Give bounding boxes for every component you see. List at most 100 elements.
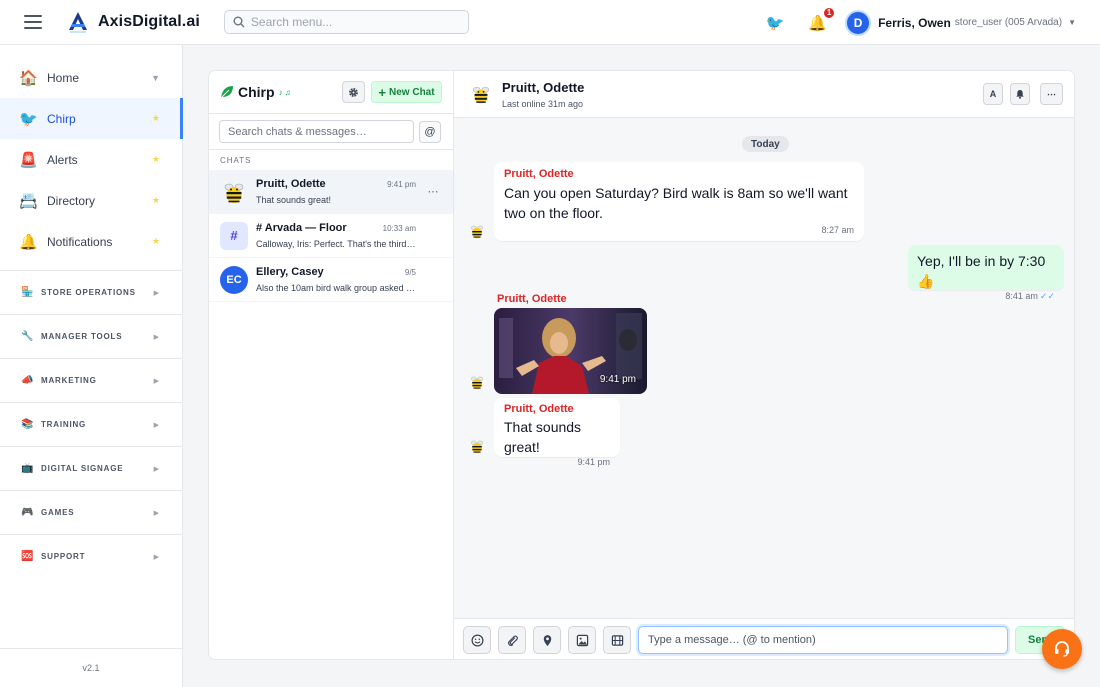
user-name[interactable]: Ferris, Owen: [878, 16, 951, 30]
bird-icon: 🐦: [19, 110, 38, 128]
chat-item-name: Ellery, Casey: [256, 266, 324, 278]
brand-name[interactable]: AxisDigital.ai: [98, 13, 200, 31]
sidebar-section-label: STORE OPERATIONS: [41, 288, 136, 297]
film-icon: [611, 634, 623, 646]
bee-avatar-icon[interactable]: [468, 437, 486, 455]
message-time: 9:41 pm: [599, 374, 636, 385]
message-text: Can you open Saturday? Bird walk is 8am …: [504, 185, 848, 221]
message-bubble-outgoing[interactable]: Yep, I'll be in by 7:30 👍 8:41 am ✓✓: [908, 245, 1064, 301]
day-separator: Today: [742, 136, 789, 152]
gear-icon: [349, 87, 358, 97]
chats-section-label: CHATS: [220, 155, 252, 165]
chat-item-name: Pruitt, Odette: [256, 178, 326, 190]
user-avatar[interactable]: D: [845, 9, 872, 36]
bee-avatar-icon[interactable]: [469, 82, 493, 106]
message-sender: Pruitt, Odette: [504, 403, 574, 415]
favorite-star-icon[interactable]: ★: [152, 236, 160, 247]
chat-item-ellery-casey[interactable]: EC Ellery, Casey 9/5 Also the 10am bird w…: [209, 258, 453, 302]
sidebar-item-label: Directory: [47, 193, 96, 208]
chirp-bird-icon[interactable]: 🐦: [766, 14, 785, 32]
gif-button[interactable]: [603, 626, 631, 654]
sidebar-section-marketing[interactable]: 📣 MARKETING ▶: [0, 358, 182, 402]
new-chat-button[interactable]: + New Chat: [371, 81, 442, 103]
chat-panel: Chirp ♪ ♫ +New Chat @ CHATS Pruitt,: [208, 70, 1075, 660]
new-chat-label: New Chat: [389, 86, 435, 98]
chat-item-arvada-floor[interactable]: # # Arvada — Floor 10:33 am Calloway, Iri…: [209, 214, 453, 258]
books-icon: 📚: [21, 419, 34, 430]
sidebar: 🏠 Home ▼ 🐦 Chirp ★ 🚨 Alerts ★ 📇 Director…: [0, 45, 183, 687]
bee-avatar-icon[interactable]: [468, 222, 486, 240]
chevron-right-icon[interactable]: ▶: [154, 377, 159, 385]
more-options-icon[interactable]: ⋯: [428, 185, 440, 198]
chevron-right-icon[interactable]: ▶: [154, 509, 159, 517]
sidebar-section-label: MANAGER TOOLS: [41, 332, 123, 341]
chevron-down-icon[interactable]: ▼: [151, 73, 160, 83]
mention-filter-button[interactable]: @: [419, 120, 441, 143]
chirp-title: Chirp: [238, 84, 275, 100]
conversation-more-button[interactable]: ⋯: [1040, 83, 1063, 105]
chat-item-time: 10:33 am: [382, 224, 416, 233]
conversation: Pruitt, Odette Last online 31m ago A ⋯ T…: [454, 71, 1074, 659]
read-receipt-icon: ✓✓: [1039, 291, 1055, 301]
sidebar-item-chirp[interactable]: 🐦 Chirp ★: [0, 98, 183, 139]
image-icon: [576, 634, 588, 646]
sidebar-item-alerts[interactable]: 🚨 Alerts ★: [0, 139, 182, 180]
chat-search-input[interactable]: [219, 120, 414, 143]
conversation-header: Pruitt, Odette Last online 31m ago A ⋯: [454, 71, 1074, 118]
sidebar-section-games[interactable]: 🎮 GAMES ▶: [0, 490, 182, 534]
sidebar-section-label: SUPPORT: [41, 552, 86, 561]
bee-avatar-icon[interactable]: [468, 373, 486, 391]
sidebar-section-training[interactable]: 📚 TRAINING ▶: [0, 402, 182, 446]
location-button[interactable]: [533, 626, 561, 654]
rolodex-icon: 📇: [19, 192, 38, 210]
sidebar-item-notifications[interactable]: 🔔 Notifications ★: [0, 221, 182, 262]
megaphone-icon: 📣: [21, 375, 34, 386]
sidebar-item-directory[interactable]: 📇 Directory ★: [0, 180, 182, 221]
message-text: That sounds great!: [504, 419, 582, 455]
sidebar-section-label: MARKETING: [41, 376, 97, 385]
message-sender: Pruitt, Odette: [504, 168, 574, 180]
message-composer: Send: [454, 618, 1074, 659]
sidebar-item-label: Home: [47, 70, 80, 85]
message-bubble-incoming[interactable]: Pruitt, Odette That sounds great! 9:41 p…: [494, 398, 620, 467]
font-size-button[interactable]: A: [983, 83, 1003, 105]
notification-badge: 1: [823, 6, 836, 19]
brand-logo-icon: [69, 12, 87, 33]
support-chat-button[interactable]: [1042, 629, 1082, 669]
sidebar-section-support[interactable]: 🆘 SUPPORT ▶: [0, 534, 182, 578]
smiley-icon: [471, 634, 483, 646]
user-menu-caret-icon[interactable]: ▼: [1068, 18, 1076, 27]
sidebar-item-home[interactable]: 🏠 Home ▼: [0, 57, 182, 98]
conversation-name[interactable]: Pruitt, Odette: [502, 80, 584, 95]
message-time-row: 8:41 am ✓✓: [917, 291, 1055, 302]
map-pin-icon: [543, 634, 551, 646]
chat-item-preview: Also the 10am bird walk group asked abou…: [256, 283, 416, 293]
menu-search-input[interactable]: [250, 15, 451, 29]
mute-bell-button[interactable]: [1010, 83, 1030, 105]
image-button[interactable]: [568, 626, 596, 654]
chevron-right-icon[interactable]: ▶: [154, 289, 159, 297]
gamepad-icon: 🎮: [21, 507, 34, 518]
app-version: v2.1: [0, 648, 182, 687]
notifications-bell-icon[interactable]: 🔔 1: [808, 6, 836, 32]
top-bar: AxisDigital.ai 🐦 🔔1 D Ferris, Owen store…: [0, 0, 1100, 45]
favorite-star-icon[interactable]: ★: [152, 195, 160, 206]
chevron-right-icon[interactable]: ▶: [154, 333, 159, 341]
sidebar-section-digital-signage[interactable]: 📺 DIGITAL SIGNAGE ▶: [0, 446, 182, 490]
message-bubble-incoming[interactable]: Pruitt, Odette Can you open Saturday? Bi…: [494, 162, 864, 241]
favorite-star-icon[interactable]: ★: [152, 154, 160, 165]
emoji-button[interactable]: [463, 626, 491, 654]
sidebar-section-store-operations[interactable]: 🏪 STORE OPERATIONS ▶: [0, 270, 182, 314]
attach-button[interactable]: [498, 626, 526, 654]
hamburger-menu-icon[interactable]: [24, 15, 42, 29]
chat-settings-button[interactable]: [342, 81, 365, 103]
favorite-star-icon[interactable]: ★: [152, 113, 160, 124]
menu-search[interactable]: [223, 10, 469, 34]
chevron-right-icon[interactable]: ▶: [154, 465, 159, 473]
chat-item-pruitt-odette[interactable]: Pruitt, Odette 9:41 pm That sounds great!…: [209, 170, 453, 214]
chevron-right-icon[interactable]: ▶: [154, 421, 159, 429]
gif-image[interactable]: 9:41 pm: [494, 308, 647, 394]
message-input[interactable]: [638, 626, 1008, 654]
chevron-right-icon[interactable]: ▶: [154, 553, 159, 561]
sidebar-section-manager-tools[interactable]: 🔧 MANAGER TOOLS ▶: [0, 314, 182, 358]
